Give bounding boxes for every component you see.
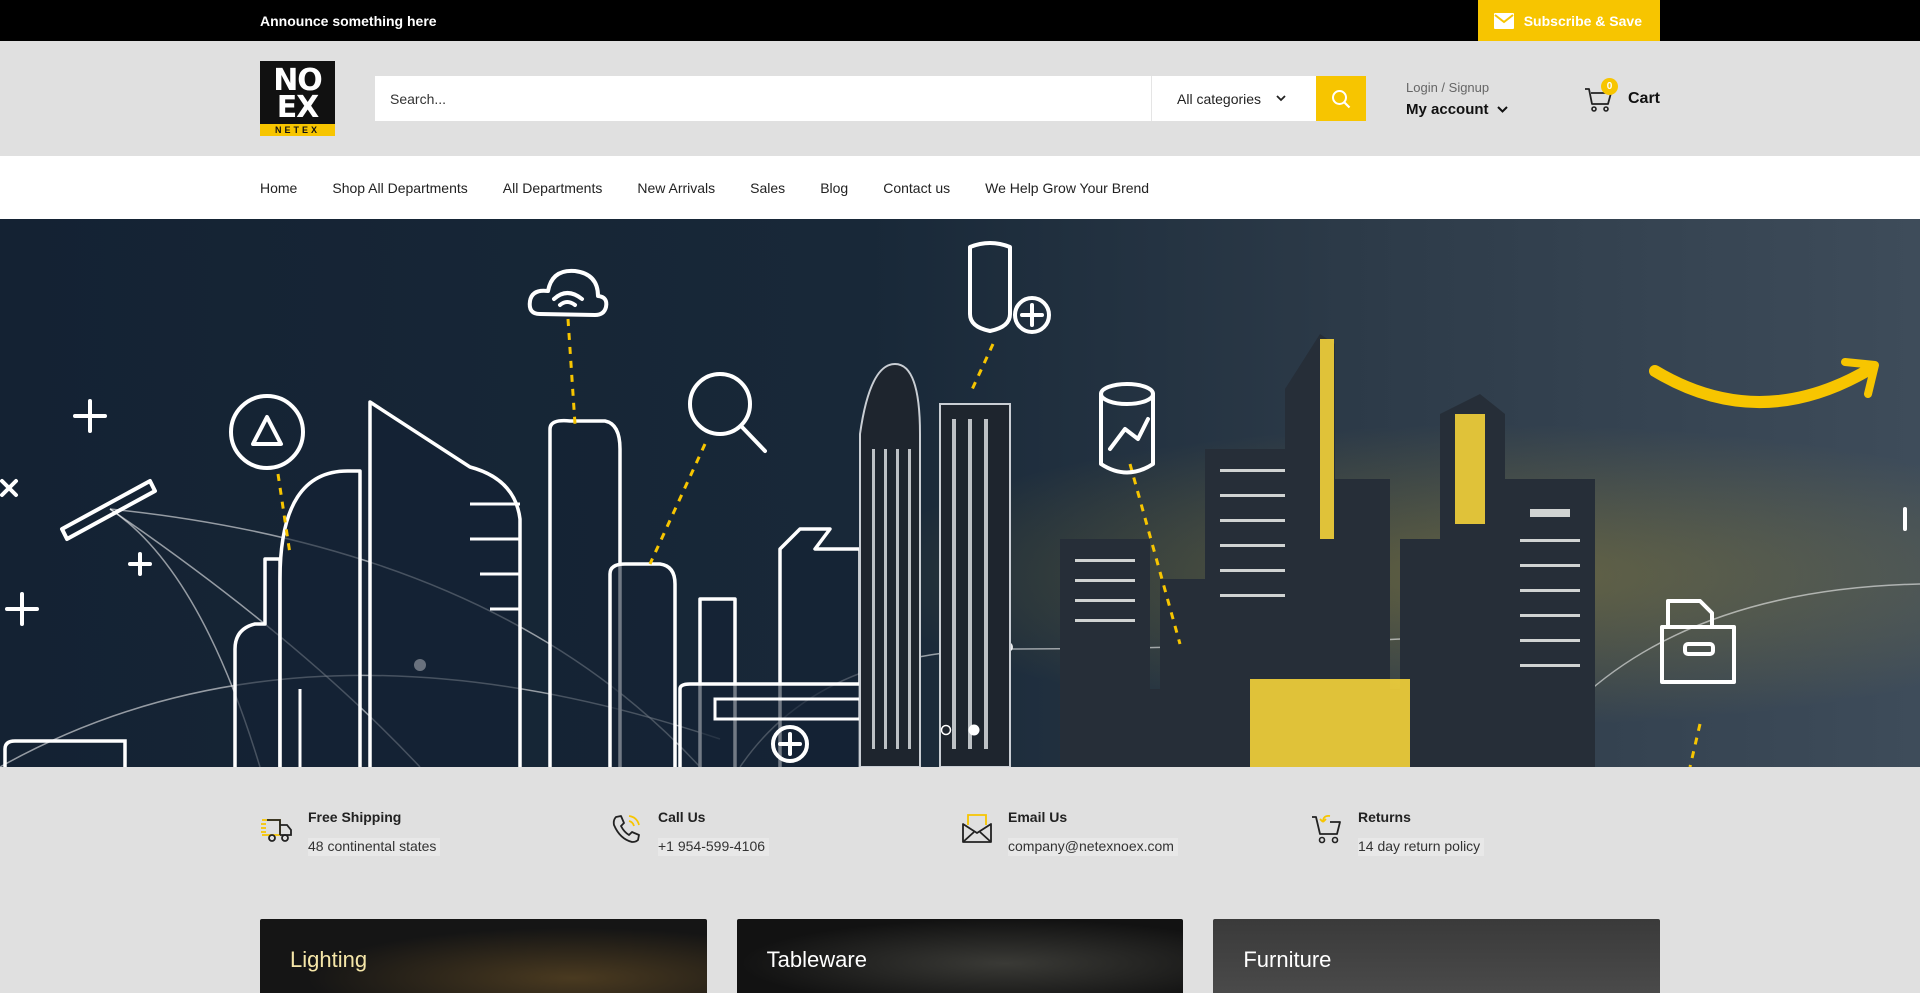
feature-free-shipping: Free Shipping 48 continental states: [260, 809, 610, 856]
feature-returns: Returns 14 day return policy: [1310, 809, 1660, 856]
category-select-value: All categories: [1177, 90, 1262, 107]
cart-icon-wrap: 0: [1584, 77, 1618, 114]
search-input[interactable]: [375, 76, 1151, 121]
category-tile-tableware[interactable]: Tableware: [736, 919, 1184, 993]
nav-item-grow-your-brand[interactable]: We Help Grow Your Brend: [985, 180, 1149, 196]
hero-slider[interactable]: [0, 219, 1920, 767]
subscribe-label: Subscribe & Save: [1523, 12, 1642, 29]
category-select[interactable]: All categories: [1151, 76, 1316, 121]
my-account-button[interactable]: My account: [1406, 101, 1508, 118]
cart-return-icon: [1312, 814, 1341, 844]
hero-cityscape-illustration: [0, 241, 1920, 767]
slider-dot-1[interactable]: [940, 724, 952, 736]
announcement-bar: Announce something here Subscribe & Save: [0, 0, 1920, 41]
chevron-down-icon: [1496, 105, 1508, 113]
category-label: Furniture: [1243, 947, 1332, 972]
cart-label: Cart: [1627, 89, 1660, 107]
nav-item-all-departments[interactable]: All Departments: [503, 180, 603, 196]
logo-line-2: EX: [276, 90, 320, 125]
slider-pagination: [940, 724, 980, 736]
search-button[interactable]: [1316, 76, 1366, 121]
site-logo[interactable]: NO EX NETEX: [260, 61, 335, 136]
cart-button[interactable]: 0 Cart: [1584, 77, 1660, 114]
category-tile-furniture[interactable]: Furniture: [1213, 919, 1661, 993]
feature-email-us: Email Us company@netexnoex.com: [960, 809, 1310, 856]
my-account-label: My account: [1406, 100, 1489, 118]
feature-title: Call Us: [658, 809, 706, 825]
nav-item-contact-us[interactable]: Contact us: [883, 180, 950, 196]
nav-item-home[interactable]: Home: [260, 180, 297, 196]
feature-title: Returns: [1358, 809, 1411, 825]
feature-subtitle: +1 954-599-4106: [658, 838, 770, 856]
feature-call-us: Call Us +1 954-599-4106: [610, 809, 960, 856]
logo-line-3: NETEX: [260, 124, 335, 136]
search-bar: All categories: [375, 76, 1366, 121]
phone-icon: [612, 815, 640, 843]
category-label: Tableware: [766, 947, 867, 972]
nav-item-shop-all-departments[interactable]: Shop All Departments: [332, 180, 467, 196]
nav-item-sales[interactable]: Sales: [750, 180, 785, 196]
features-bar: Free Shipping 48 continental states Call…: [0, 767, 1920, 919]
category-tiles: Lighting Tableware Furniture: [0, 919, 1920, 993]
subscribe-button[interactable]: Subscribe & Save: [1477, 0, 1660, 41]
search-icon: [1332, 89, 1351, 108]
announcement-text: Announce something here: [260, 12, 437, 29]
feature-title: Email Us: [1008, 809, 1068, 825]
envelope-icon: [1493, 12, 1514, 29]
feature-subtitle: 48 continental states: [308, 838, 441, 856]
truck-icon: [261, 819, 292, 842]
main-nav: Home Shop All Departments All Department…: [0, 156, 1920, 219]
nav-item-blog[interactable]: Blog: [820, 180, 848, 196]
login-signup-link[interactable]: Login / Signup: [1406, 80, 1508, 95]
account-menu: Login / Signup My account: [1406, 80, 1508, 118]
feature-subtitle: 14 day return policy: [1358, 838, 1485, 856]
feature-title: Free Shipping: [308, 809, 402, 825]
slider-dot-2[interactable]: [968, 724, 980, 736]
category-label: Lighting: [290, 947, 368, 972]
feature-subtitle: company@netexnoex.com: [1008, 838, 1178, 856]
cart-count-badge: 0: [1600, 77, 1618, 95]
envelope-open-icon: [962, 814, 992, 843]
site-header: NO EX NETEX All categories Login / Signu…: [0, 41, 1920, 156]
category-tile-lighting[interactable]: Lighting: [260, 919, 707, 993]
nav-item-new-arrivals[interactable]: New Arrivals: [637, 180, 715, 196]
chevron-down-icon: [1276, 95, 1286, 102]
